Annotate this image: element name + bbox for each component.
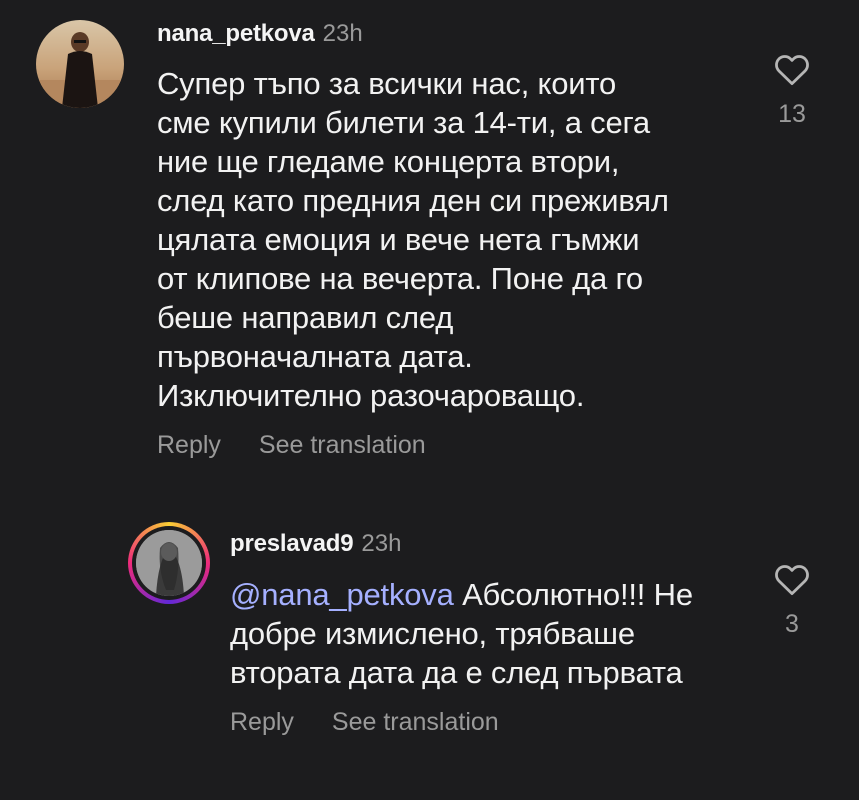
like-count: 13 [778,100,806,128]
heart-outline-icon[interactable] [773,52,811,86]
comment-text: Супер тъпо за всички нас, които сме купи… [157,66,669,413]
username[interactable]: nana_petkova [157,20,315,47]
avatar[interactable] [136,530,202,596]
see-translation-button[interactable]: See translation [332,708,499,736]
comment-actions: Reply See translation [230,708,537,737]
like-count: 3 [785,610,799,638]
story-ring[interactable] [128,522,210,604]
comment-header: preslavad9 23h [230,530,401,558]
mention-link[interactable]: @nana_petkova [230,577,454,612]
comment-header: nana_petkova 23h [157,20,363,48]
reply-comment: preslavad9 23h @nana_petkova Абсолютно!!!… [0,500,859,800]
heart-outline-icon[interactable] [773,562,811,596]
username[interactable]: preslavad9 [230,530,354,557]
timestamp: 23h [322,20,363,47]
timestamp: 23h [361,530,402,557]
see-translation-button[interactable]: See translation [259,431,426,459]
comment: nana_petkova 23h Супер тъпо за всички нас… [0,0,859,480]
avatar[interactable] [36,20,124,108]
like-control: 3 [767,562,817,639]
reply-button[interactable]: Reply [157,431,221,459]
comment-text: @nana_petkova Абсолютно!!! Не добре изми… [230,575,770,692]
comment-actions: Reply See translation [157,431,464,460]
like-control: 13 [767,52,817,129]
reply-button[interactable]: Reply [230,708,294,736]
